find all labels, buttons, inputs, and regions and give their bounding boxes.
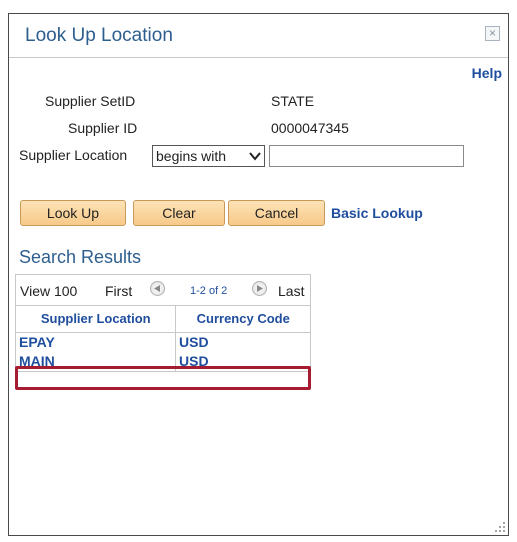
- row-currency-code-link[interactable]: USD: [176, 333, 310, 352]
- search-results-title: Search Results: [19, 247, 142, 267]
- clear-button[interactable]: Clear: [133, 200, 225, 226]
- supplier-location-input[interactable]: [269, 145, 464, 167]
- row-supplier-location-link[interactable]: EPAY: [16, 333, 176, 352]
- last-link[interactable]: Last: [278, 283, 304, 299]
- location-operator-select[interactable]: begins with: [152, 145, 265, 167]
- arrow-left-icon[interactable]: [150, 281, 165, 296]
- grid-header-row: Supplier Location Currency Code: [16, 306, 310, 333]
- location-operator-value: begins with: [156, 148, 227, 164]
- page-info: 1-2 of 2: [190, 285, 228, 297]
- dialog-title: Look Up Location: [25, 25, 173, 46]
- view-all-link[interactable]: View 100: [20, 283, 77, 299]
- table-row: EPAY USD: [16, 333, 310, 352]
- lookup-dialog: Look Up Location × Help Supplier SetID S…: [8, 13, 509, 536]
- help-link[interactable]: Help: [472, 65, 502, 81]
- cancel-button[interactable]: Cancel: [228, 200, 325, 226]
- supplier-location-label: Supplier Location: [19, 147, 128, 163]
- chevron-down-icon: [249, 152, 261, 161]
- supplier-id-label: Supplier ID: [68, 120, 138, 136]
- close-icon[interactable]: ×: [485, 26, 500, 41]
- arrow-right-icon[interactable]: [252, 281, 267, 296]
- supplier-id-value: 0000047345: [271, 120, 349, 136]
- selected-row-highlight: [15, 366, 311, 390]
- column-header-supplier-location[interactable]: Supplier Location: [16, 306, 177, 332]
- first-link[interactable]: First: [105, 283, 132, 299]
- look-up-button[interactable]: Look Up: [20, 200, 126, 226]
- results-grid: View 100 First 1-2 of 2 Last Supplier Lo…: [15, 274, 311, 372]
- supplier-setid-value: STATE: [271, 93, 315, 109]
- resize-grip-icon[interactable]: [494, 521, 506, 533]
- basic-lookup-link[interactable]: Basic Lookup: [331, 205, 423, 221]
- column-header-currency-code[interactable]: Currency Code: [176, 306, 310, 332]
- grid-navigation: View 100 First 1-2 of 2 Last: [16, 275, 310, 306]
- dialog-titlebar: Look Up Location ×: [9, 14, 508, 58]
- supplier-setid-label: Supplier SetID: [45, 93, 136, 109]
